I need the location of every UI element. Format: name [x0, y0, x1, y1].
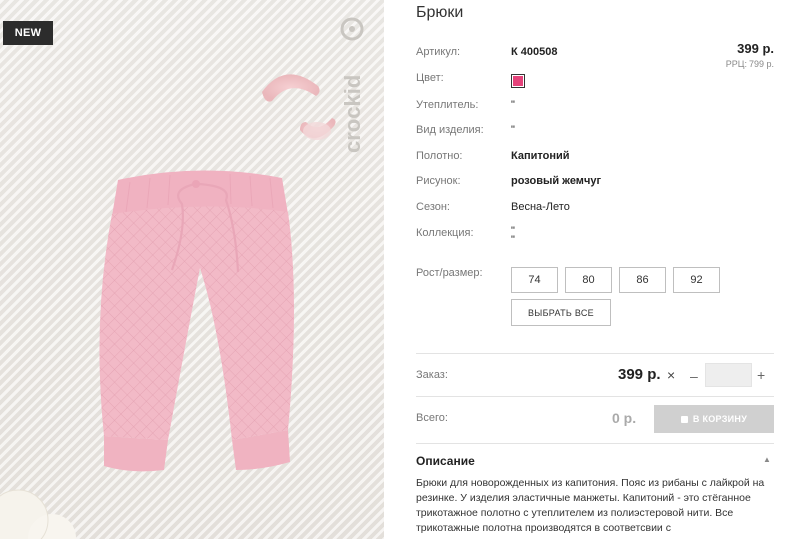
pants-illustration — [0, 74, 336, 539]
select-all-sizes-button[interactable]: ВЫБРАТЬ ВСЕ — [511, 299, 611, 326]
increment-button[interactable]: + — [757, 367, 765, 383]
add-to-cart-button[interactable]: В КОРЗИНУ — [654, 405, 774, 433]
pants-body — [99, 206, 294, 440]
product-image[interactable]: NEW crockid — [0, 0, 384, 539]
size-option-74[interactable]: 74 — [511, 267, 558, 293]
pants-cuff-left — [104, 436, 168, 472]
divider — [416, 443, 774, 444]
attr-fabric: Полотно: Капитоний — [416, 150, 570, 162]
total-value: 0 р. — [612, 410, 637, 426]
cart-bag-icon — [680, 415, 688, 423]
attr-color: Цвет: — [416, 72, 774, 90]
times-icon: × — [667, 367, 676, 383]
size-option-80[interactable]: 80 — [565, 267, 612, 293]
order-unit-price: 399 р. — [618, 366, 661, 383]
attr-article: Артикул: К 400508 — [416, 46, 558, 58]
attr-item-type: Вид изделия: " — [416, 124, 515, 136]
product-details: Брюки 399 р. РРЦ: 799 р. Артикул: К 40050… — [416, 0, 774, 539]
attr-collection: Коллекция: " " — [416, 225, 515, 246]
quantity-input[interactable] — [705, 363, 752, 387]
size-options: 74 80 86 92 — [511, 267, 720, 293]
description-text: Брюки для новорожденных из капитония. По… — [416, 477, 765, 534]
divider — [416, 396, 774, 397]
description-heading[interactable]: Описание — [416, 454, 475, 468]
product-title: Брюки — [416, 4, 464, 21]
attr-season: Сезон: Весна-Лето — [416, 201, 570, 213]
collapse-caret-icon[interactable]: ▲ — [763, 455, 771, 464]
teether-ring — [262, 74, 320, 102]
attr-insulation: Утеплитель: " — [416, 99, 515, 111]
order-label: Заказ: — [416, 369, 448, 381]
svg-text:crockid: crockid — [340, 75, 365, 153]
color-swatch[interactable] — [511, 74, 525, 88]
attr-pattern: Рисунок: розовый жемчуг — [416, 175, 602, 187]
decrement-button[interactable]: – — [690, 368, 698, 384]
new-badge: NEW — [3, 21, 53, 45]
size-option-86[interactable]: 86 — [619, 267, 666, 293]
total-label: Всего: — [416, 412, 448, 424]
add-to-cart-label: В КОРЗИНУ — [692, 414, 748, 424]
divider — [416, 353, 774, 354]
size-option-92[interactable]: 92 — [673, 267, 720, 293]
crockid-logo: crockid — [340, 17, 365, 153]
